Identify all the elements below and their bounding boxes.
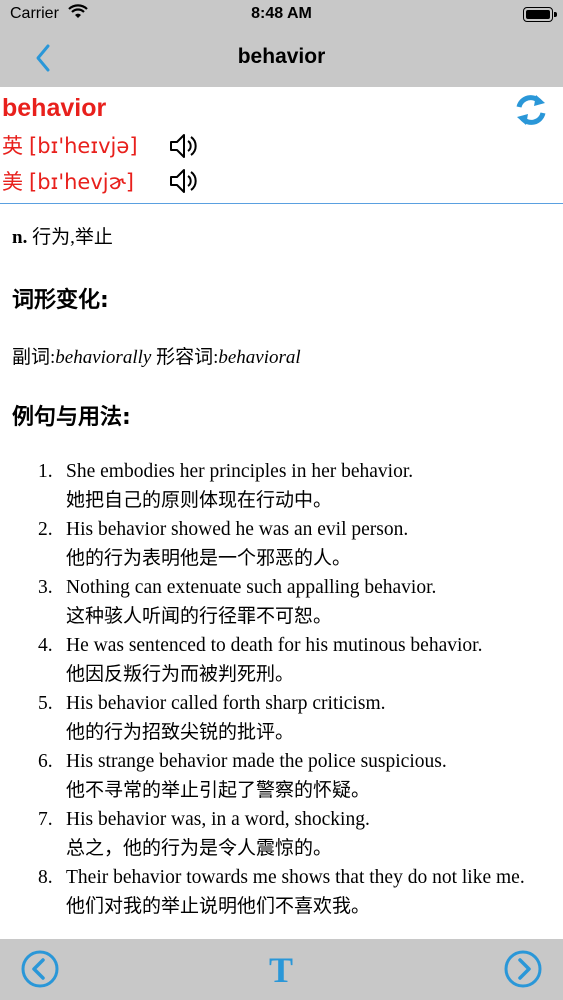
word-header: behavior 英 [bɪ'heɪvjə] 美 [bɪ'hevjɚ] xyxy=(0,87,563,204)
bottom-toolbar: T xyxy=(0,939,563,1000)
example-chinese: 总之，他的行为是令人震惊的。 xyxy=(66,837,333,859)
example-english: Their behavior towards me shows that the… xyxy=(66,867,525,888)
example-english: He was sentenced to death for his mutino… xyxy=(66,635,483,656)
definition: n. 行为,举止 xyxy=(12,222,113,249)
list-item: 1. She embodies her principles in her beh… xyxy=(12,458,547,514)
navigation-bar: behavior xyxy=(0,30,563,87)
content-area[interactable]: n. 行为,举止 词形变化: 副词:behaviorally 形容词:behav… xyxy=(12,204,552,939)
example-number: 2. xyxy=(38,519,53,540)
uk-phonetic: [bɪ'heɪvjə] xyxy=(29,134,138,158)
battery-icon xyxy=(523,7,557,22)
refresh-icon xyxy=(516,95,546,125)
example-english: Nothing can extenuate such appalling beh… xyxy=(66,577,437,598)
list-item: 7. His behavior was, in a word, shocking.… xyxy=(12,806,547,862)
nav-title: behavior xyxy=(237,45,326,68)
example-english: His behavior called forth sharp criticis… xyxy=(66,693,386,714)
uk-label: 英 xyxy=(2,134,23,158)
list-item: 3. Nothing can extenuate such appalling b… xyxy=(12,574,547,630)
headword: behavior xyxy=(2,94,107,122)
list-item: 8. Their behavior towards me shows that t… xyxy=(12,864,547,920)
example-english: She embodies her principles in her behav… xyxy=(66,461,414,482)
example-english: His strange behavior made the police sus… xyxy=(66,751,447,772)
example-number: 1. xyxy=(38,461,53,482)
example-english: His behavior was, in a word, shocking. xyxy=(66,809,370,830)
refresh-button[interactable] xyxy=(513,92,549,128)
speaker-icon xyxy=(170,134,197,158)
list-item: 2. His behavior showed he was an evil per… xyxy=(12,516,547,572)
example-chinese: 他们对我的举止说明他们不喜欢我。 xyxy=(66,895,371,917)
adverb-label: 副词: xyxy=(12,347,56,368)
adjective-label: 形容词: xyxy=(151,347,219,368)
next-word-button[interactable] xyxy=(503,949,543,989)
us-pronunciation: 美 [bɪ'hevjɚ] xyxy=(2,166,134,196)
status-bar: Carrier 8:48 AM xyxy=(0,0,563,30)
speaker-icon xyxy=(170,169,197,193)
circle-arrow-right-icon xyxy=(504,950,542,988)
adverb-form: behaviorally xyxy=(55,347,152,368)
example-number: 4. xyxy=(38,635,53,656)
example-number: 5. xyxy=(38,693,53,714)
example-chinese: 她把自己的原则体现在行动中。 xyxy=(66,489,333,511)
us-label: 美 xyxy=(2,170,23,194)
status-time: 8:48 AM xyxy=(251,5,312,22)
adjective-form: behavioral xyxy=(218,347,301,368)
us-speaker-button[interactable] xyxy=(168,167,200,195)
word-forms: 副词:behaviorally 形容词:behavioral xyxy=(12,342,301,369)
us-phonetic: [bɪ'hevjɚ] xyxy=(29,170,134,194)
list-item: 6. His strange behavior made the police s… xyxy=(12,748,547,804)
example-chinese: 这种骇人听闻的行径罪不可恕。 xyxy=(66,605,333,627)
examples-list: 1. She embodies her principles in her beh… xyxy=(12,458,547,922)
example-english: His behavior showed he was an evil perso… xyxy=(66,519,409,540)
example-chinese: 他的行为招致尖锐的批评。 xyxy=(66,721,295,743)
example-number: 7. xyxy=(38,809,53,830)
part-of-speech: n. xyxy=(12,227,28,248)
example-number: 3. xyxy=(38,577,53,598)
example-number: 6. xyxy=(38,751,53,772)
uk-speaker-button[interactable] xyxy=(168,132,200,160)
circle-arrow-left-icon xyxy=(21,950,59,988)
uk-pronunciation: 英 [bɪ'heɪvjə] xyxy=(2,130,138,160)
list-item: 4. He was sentenced to death for his muti… xyxy=(12,632,547,688)
examples-heading: 例句与用法: xyxy=(12,405,131,430)
word-forms-heading: 词形变化: xyxy=(12,288,109,313)
example-number: 8. xyxy=(38,867,53,888)
example-chinese: 他因反叛行为而被判死刑。 xyxy=(66,663,295,685)
list-item: 5. His behavior called forth sharp critic… xyxy=(12,690,547,746)
definition-meaning: 行为,举止 xyxy=(27,227,113,248)
previous-word-button[interactable] xyxy=(20,949,60,989)
example-chinese: 他的行为表明他是一个邪恶的人。 xyxy=(66,547,352,569)
example-chinese: 他不寻常的举止引起了警察的怀疑。 xyxy=(66,779,371,801)
font-size-button[interactable]: T xyxy=(261,950,301,990)
